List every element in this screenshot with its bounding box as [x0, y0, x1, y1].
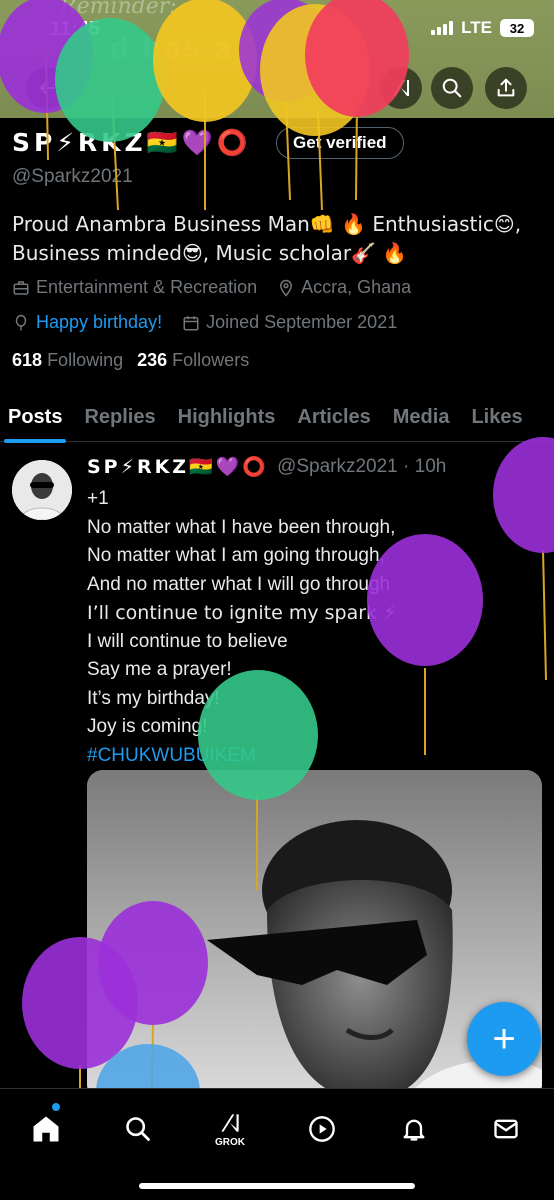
nav-notifications[interactable]: [392, 1107, 436, 1151]
nav-search[interactable]: [116, 1107, 160, 1151]
profile-category: Entertainment & Recreation: [12, 277, 257, 298]
post-handle-time: @Sparkz2021 · 10h: [277, 455, 447, 477]
post-line: No matter what I have been through,: [87, 516, 396, 538]
profile-joined: Joined September 2021: [182, 312, 397, 333]
calendar-icon: [183, 315, 199, 330]
post-line: I’ll continue to ignite my spark ⚡: [87, 602, 397, 624]
mail-icon: [494, 1119, 518, 1139]
balloon-icon: [15, 314, 27, 330]
search-icon: [442, 78, 462, 98]
post-header: SP⚡RKZ🇬🇭💜⭕ @Sparkz2021 · 10h: [87, 455, 447, 479]
post-hashtag[interactable]: #CHUKWUBUIKEM: [87, 742, 537, 771]
post-line: Joy is coming!: [87, 716, 208, 737]
home-indicator[interactable]: [139, 1183, 415, 1189]
location-label: Accra, Ghana: [301, 277, 412, 297]
profile-meta-row-1: Entertainment & Recreation Accra, Ghana: [12, 277, 425, 298]
post-line: No matter what I am going through,: [87, 545, 385, 566]
post-line: And no matter what I will go through: [87, 573, 391, 595]
profile-birthday[interactable]: Happy birthday!: [12, 312, 162, 333]
grok-label: GROK: [215, 1137, 245, 1148]
post-line: It’s my birthday!: [87, 687, 220, 709]
grok-icon: [221, 1114, 239, 1132]
tab-likes[interactable]: Likes: [463, 392, 530, 442]
post-line: Say me a prayer!: [87, 659, 232, 680]
tab-articles[interactable]: Articles: [289, 392, 378, 442]
search-icon: [126, 1117, 150, 1141]
share-icon: [497, 78, 515, 97]
joined-label: Joined September 2021: [206, 312, 398, 332]
get-verified-button[interactable]: Get verified: [276, 127, 404, 159]
banner-text: Reminder:: [60, 0, 177, 19]
tab-media[interactable]: Media: [385, 392, 458, 442]
profile-meta-row-2: Happy birthday! Joined September 2021: [12, 312, 411, 333]
nav-messages[interactable]: [484, 1107, 528, 1151]
birthday-label[interactable]: Happy birthday!: [36, 312, 162, 333]
nav-video[interactable]: [300, 1107, 344, 1151]
following-label: Following: [47, 350, 124, 370]
nav-grok[interactable]: GROK: [208, 1107, 252, 1151]
bell-icon: [403, 1119, 425, 1141]
grok-button[interactable]: [380, 67, 422, 109]
nav-home[interactable]: [24, 1107, 68, 1151]
followers-label: Followers: [172, 350, 250, 370]
category-label: Entertainment & Recreation: [36, 277, 258, 297]
followers-stat[interactable]: 236 Followers: [137, 350, 249, 371]
followers-count: 236: [137, 350, 168, 370]
profile-handle: @Sparkz2021: [12, 166, 133, 187]
notification-dot: [52, 1103, 60, 1111]
home-icon: [33, 1116, 59, 1142]
following-stat[interactable]: 618 Following: [12, 350, 123, 371]
compose-post-button[interactable]: +: [467, 1002, 541, 1076]
status-bar-right: LTE 32: [431, 18, 534, 38]
play-icon: [309, 1116, 335, 1142]
following-count: 618: [12, 350, 43, 370]
post-text[interactable]: +1 No matter what I have been through, N…: [87, 485, 537, 770]
post-line: +1: [87, 488, 109, 509]
network-label: LTE: [461, 18, 492, 37]
back-button[interactable]: [26, 67, 68, 109]
tab-posts[interactable]: Posts: [0, 392, 70, 443]
post-line: I will continue to believe: [87, 630, 288, 652]
profile-display-name: SP⚡RKZ🇬🇭💜⭕: [12, 128, 253, 157]
location-pin-icon: [280, 279, 293, 297]
avatar-portrait: [12, 460, 72, 520]
post-avatar[interactable]: [12, 460, 72, 520]
tab-highlights[interactable]: Highlights: [170, 392, 284, 442]
profile-tabs: Posts Replies Highlights Articles Media …: [0, 392, 554, 443]
share-button[interactable]: [485, 67, 527, 109]
status-time: 11:45: [50, 18, 101, 40]
follow-stats: 618 Following 236 Followers: [12, 350, 249, 371]
signal-icon: [431, 21, 454, 35]
battery-icon: 32: [500, 19, 534, 37]
post-author-name[interactable]: SP⚡RKZ🇬🇭💜⭕: [87, 455, 269, 478]
grok-icon: [393, 80, 409, 96]
profile-location: Accra, Ghana: [277, 277, 411, 298]
bio-line-1: Proud Anambra Business Man👊 🔥 Enthusiast…: [12, 212, 522, 236]
banner-text-2: d has a: [110, 32, 235, 65]
profile-name-row: SP⚡RKZ🇬🇭💜⭕ Get verified: [12, 127, 404, 159]
search-button[interactable]: [431, 67, 473, 109]
briefcase-icon: [13, 280, 29, 295]
bio-line-2: Business minded😎, Music scholar🎸 🔥: [12, 241, 408, 265]
profile-bio: Proud Anambra Business Man👊 🔥 Enthusiast…: [12, 210, 542, 268]
back-arrow-icon: [39, 80, 55, 96]
tab-replies[interactable]: Replies: [76, 392, 163, 442]
